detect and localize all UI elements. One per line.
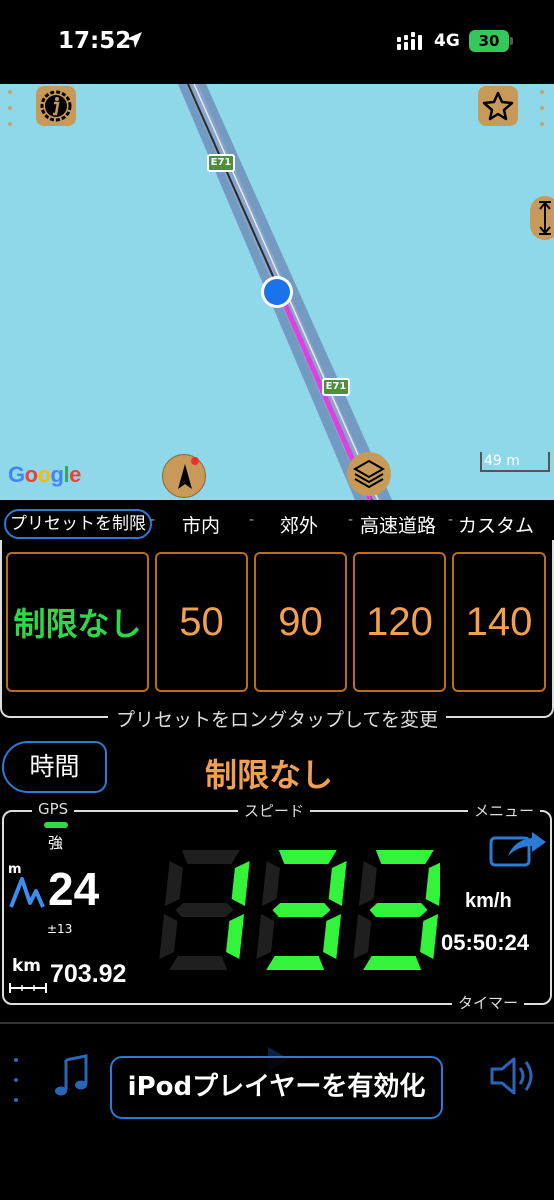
volume-icon[interactable] <box>486 1054 538 1098</box>
status-bar: 17:52 4G 30 <box>0 0 554 84</box>
gps-signal-bar <box>44 822 68 828</box>
compass-button[interactable] <box>162 454 206 498</box>
preset-separator: - <box>448 512 454 528</box>
timer-label: タイマー <box>452 992 525 1013</box>
preset-no-limit[interactable]: 制限なし <box>6 552 149 692</box>
speed-digit-segment <box>175 903 234 917</box>
current-limit-label: 制限なし <box>205 756 334 794</box>
speed-digit-segment <box>272 903 331 917</box>
location-arrow-icon <box>126 32 142 48</box>
speed-digit-segment <box>169 956 228 970</box>
preset-separator: - <box>348 512 354 528</box>
menu-label: メニュー <box>468 800 541 821</box>
speed-digit-segment <box>369 903 428 917</box>
time-button[interactable]: 時間 <box>2 741 107 793</box>
speed-digit-segment <box>256 914 275 959</box>
tab-highway[interactable]: 高速道路 <box>360 511 436 538</box>
speed-digit-segment <box>266 956 325 970</box>
speed-digit-segment <box>278 850 337 864</box>
altitude-value: 24 <box>48 863 100 915</box>
speed-digit <box>256 850 347 970</box>
speed-digit <box>159 850 250 970</box>
preset-value: 120 <box>366 599 433 644</box>
map-scale-label: 49 m <box>484 453 520 469</box>
vertical-resize-icon <box>539 201 551 235</box>
gps-label: GPS <box>32 800 75 818</box>
map-menu-handle-right[interactable] <box>540 90 544 126</box>
current-location-marker <box>261 276 293 308</box>
speed-label: スピード <box>238 800 311 821</box>
network-type: 4G <box>434 31 460 51</box>
preset-limit-button[interactable]: プリセットを制限 <box>4 509 152 539</box>
distance-ruler-icon <box>9 983 47 993</box>
status-time: 17:52 <box>58 28 132 54</box>
preset-value: 50 <box>179 599 224 644</box>
speed-digit-segment <box>375 850 434 864</box>
speed-digit-segment <box>164 861 183 906</box>
speed-digit-segment <box>261 861 280 906</box>
speed-digit-segment <box>323 914 342 959</box>
mountain-altitude-icon <box>9 877 45 908</box>
preset-140[interactable]: 140 <box>452 552 546 692</box>
distance-value: 703.92 <box>50 960 127 988</box>
distance-unit: km <box>12 956 42 976</box>
altitude-accuracy: ±13 <box>47 922 73 936</box>
map-menu-handle-left[interactable] <box>8 90 12 126</box>
signal-strength-icon <box>397 32 422 50</box>
speed-digital-display <box>159 850 440 970</box>
battery-icon: 30 <box>469 30 513 52</box>
star-icon <box>482 91 514 121</box>
google-logo: Google <box>8 462 81 487</box>
preset-value: 140 <box>465 599 533 644</box>
preset-120[interactable]: 120 <box>353 552 446 692</box>
map-view[interactable]: E71 E71 <box>0 84 554 500</box>
speed-digit-segment <box>226 914 245 959</box>
resize-map-button[interactable] <box>530 196 554 240</box>
speed-digit-segment <box>231 861 250 906</box>
gps-strength: 強 <box>48 834 64 852</box>
preset-hint-text: プリセットをロングタップしてを変更 <box>107 709 447 731</box>
tab-custom[interactable]: カスタム <box>458 511 534 538</box>
favorites-button[interactable] <box>478 86 518 126</box>
layers-icon <box>352 459 386 489</box>
enable-ipod-player-button[interactable]: iPodプレイヤーを有効化 <box>110 1056 443 1119</box>
speed-digit-segment <box>425 861 440 906</box>
speed-digit <box>353 850 440 970</box>
speed-digit-segment <box>420 914 439 959</box>
preset-separator: - <box>249 512 255 528</box>
tab-suburb[interactable]: 郊外 <box>280 511 318 538</box>
speed-digit-segment <box>181 850 240 864</box>
map-layers-button[interactable] <box>347 452 391 496</box>
share-menu-icon[interactable] <box>488 828 550 868</box>
compass-icon <box>178 457 199 489</box>
tab-city[interactable]: 市内 <box>182 511 220 538</box>
speed-digit-segment <box>358 861 377 906</box>
preset-hint: プリセットをロングタップしてを変更 <box>0 705 554 732</box>
speed-digit-segment <box>353 914 372 959</box>
preset-value: 90 <box>278 599 323 644</box>
preset-separator: - <box>150 512 156 528</box>
route-badge-e71: E71 <box>322 378 350 396</box>
timer-value: 05:50:24 <box>441 930 530 955</box>
speed-unit: km/h <box>465 890 512 912</box>
player-menu-handle[interactable] <box>14 1058 18 1102</box>
speed-digit-segment <box>328 861 347 906</box>
speed-digit-segment <box>363 956 422 970</box>
preset-50[interactable]: 50 <box>155 552 248 692</box>
preset-90[interactable]: 90 <box>254 552 347 692</box>
player-divider <box>0 1022 554 1024</box>
speed-digit-segment <box>159 914 178 959</box>
music-note-icon[interactable] <box>52 1054 92 1098</box>
preset-value: 制限なし <box>13 605 142 643</box>
info-gear-icon <box>40 90 72 122</box>
route-badge-e71: E71 <box>207 154 235 172</box>
info-button[interactable] <box>36 86 76 126</box>
